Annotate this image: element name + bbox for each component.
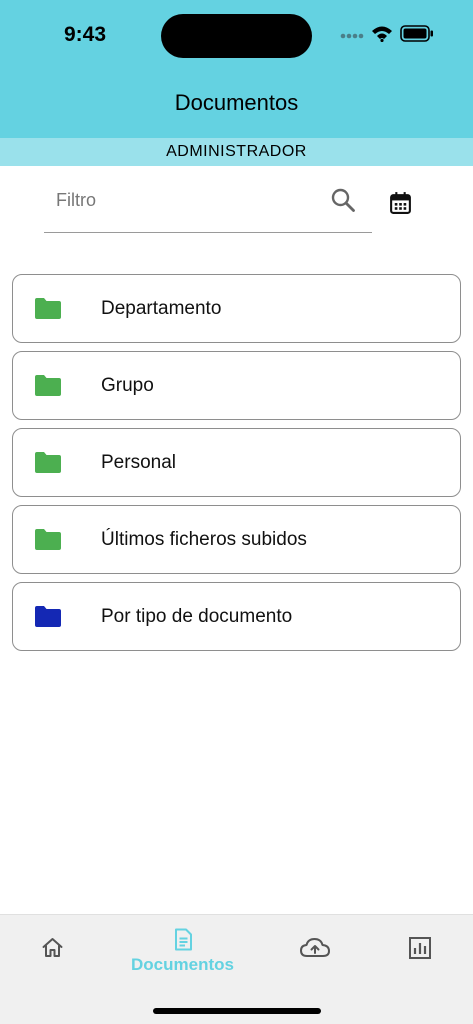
folder-item-grupo[interactable]: Grupo — [12, 351, 461, 420]
filter-input[interactable] — [44, 180, 324, 220]
app-header: 9:43 Documentos — [0, 0, 473, 138]
home-icon — [42, 938, 63, 957]
folder-icon — [35, 375, 61, 396]
folder-label: Grupo — [101, 375, 154, 396]
status-icons — [338, 24, 438, 46]
battery-icon — [400, 25, 433, 42]
folder-list: Departamento Grupo Personal Últimos fich… — [12, 274, 461, 659]
folder-item-personal[interactable]: Personal — [12, 428, 461, 497]
filter-field — [44, 180, 372, 233]
role-bar: ADMINISTRADOR — [0, 138, 473, 166]
home-indicator — [153, 1008, 321, 1014]
folder-label: Departamento — [101, 298, 222, 319]
folder-label: Últimos ficheros subidos — [101, 529, 307, 550]
nav-upload[interactable] — [292, 915, 338, 985]
folder-icon — [35, 452, 61, 473]
nav-home[interactable] — [30, 915, 76, 985]
folder-label: Personal — [101, 452, 176, 473]
dynamic-island — [161, 14, 312, 58]
nav-stats[interactable] — [397, 915, 443, 985]
folder-icon — [35, 298, 61, 319]
folder-icon — [35, 529, 61, 550]
signal-dots-icon — [340, 33, 364, 39]
calendar-icon[interactable] — [388, 190, 413, 215]
chart-icon — [409, 937, 431, 959]
nav-documentos[interactable]: Documentos — [124, 915, 244, 985]
wifi-icon — [372, 26, 392, 42]
page-title: Documentos — [174, 90, 299, 115]
folder-icon — [35, 606, 61, 627]
folder-label: Por tipo de documento — [101, 606, 293, 627]
cloud-upload-icon — [300, 938, 330, 957]
document-icon — [175, 928, 192, 951]
search-icon[interactable] — [330, 187, 356, 213]
folder-item-por-tipo[interactable]: Por tipo de documento — [12, 582, 461, 651]
nav-label-documentos: Documentos — [131, 955, 234, 974]
folder-item-departamento[interactable]: Departamento — [12, 274, 461, 343]
folder-item-ultimos-ficheros[interactable]: Últimos ficheros subidos — [12, 505, 461, 574]
status-time: 9:43 — [64, 23, 107, 46]
